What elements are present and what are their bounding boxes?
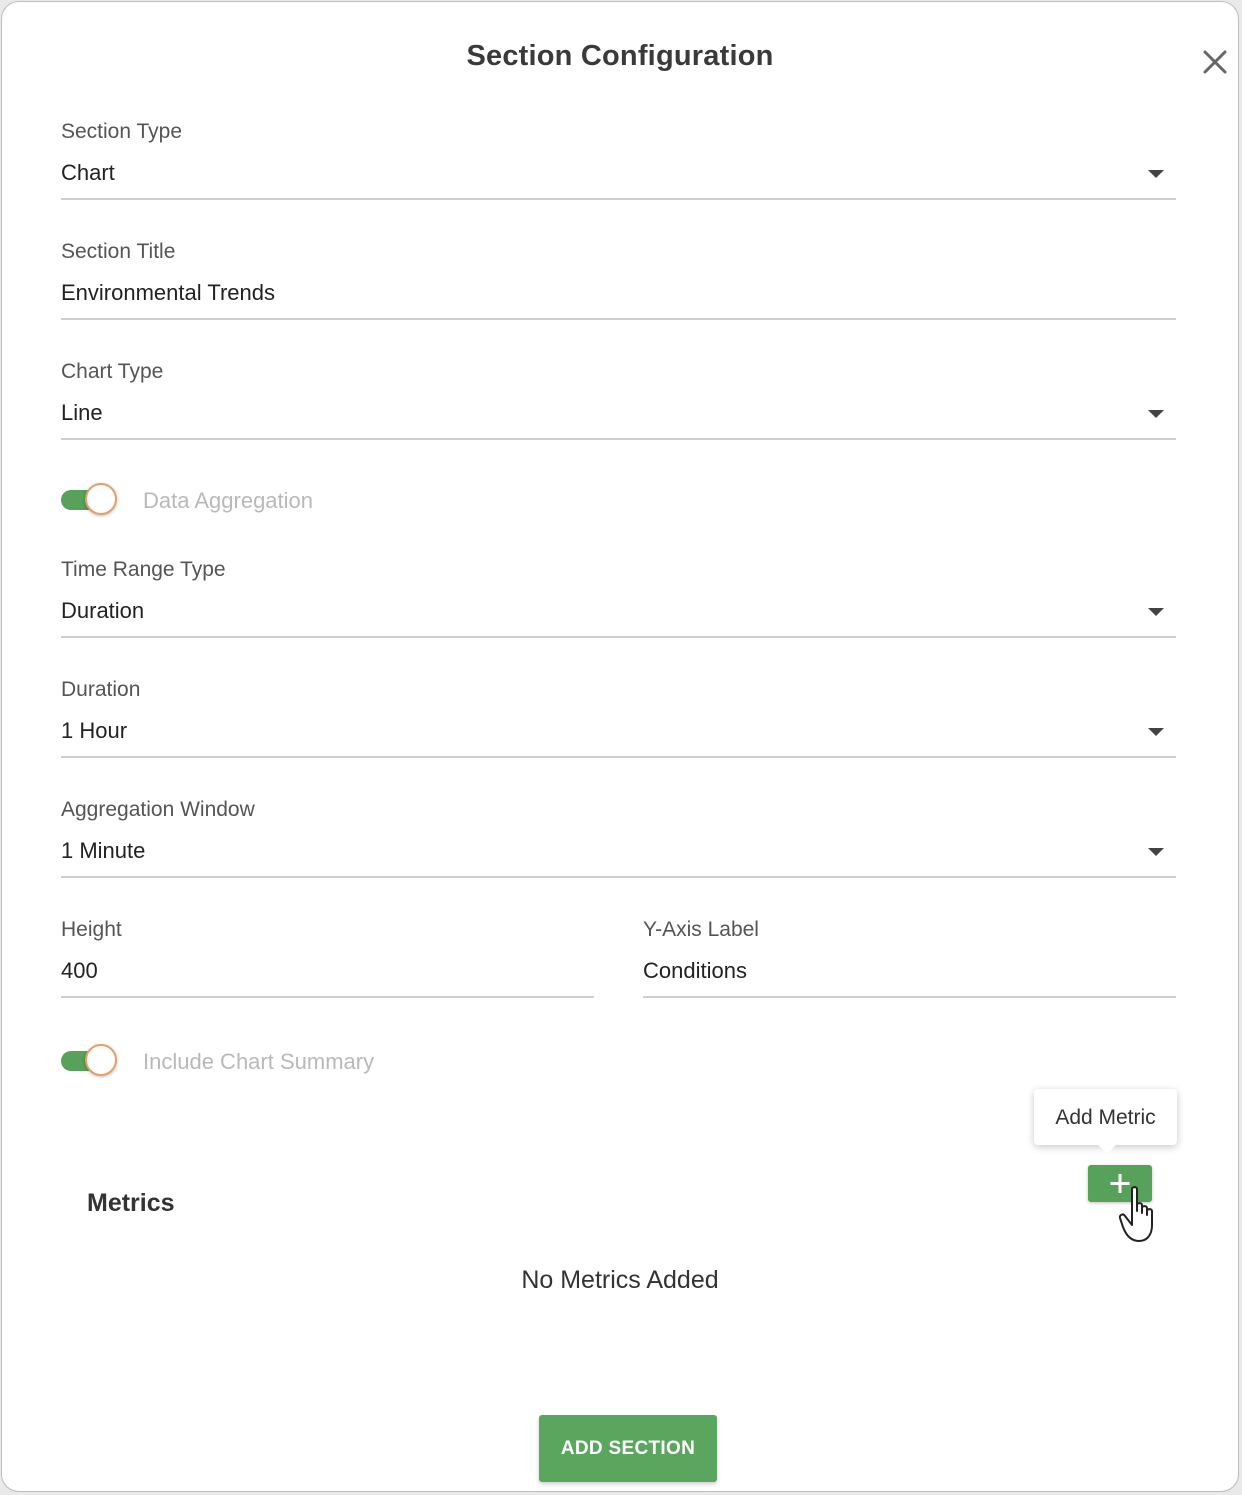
add-metric-tooltip-text: Add Metric [1055, 1106, 1156, 1129]
y-axis-label-field[interactable]: Y-Axis Label Conditions [643, 918, 1176, 1000]
chart-type-select[interactable]: Chart Type Line [61, 360, 1176, 442]
time-range-type-value: Duration [61, 598, 145, 623]
height-value[interactable]: 400 [61, 958, 98, 984]
section-title-underline [61, 318, 1176, 320]
duration-label: Duration [61, 678, 141, 701]
time-range-type-label: Time Range Type [61, 558, 226, 581]
chart-type-value: Line [61, 400, 103, 425]
aggregation-window-value: 1 Minute [61, 838, 146, 863]
toggle-thumb [85, 1044, 117, 1076]
section-title-value[interactable]: Environmental Trends [61, 280, 275, 306]
duration-underline [61, 756, 1176, 758]
data-aggregation-toggle[interactable] [61, 483, 121, 517]
chevron-down-icon[interactable] [1148, 608, 1164, 616]
chevron-down-icon[interactable] [1148, 170, 1164, 178]
tooltip-arrow [1098, 1145, 1116, 1154]
height-underline [61, 996, 594, 998]
chart-type-underline [61, 438, 1176, 440]
y-axis-label-value[interactable]: Conditions [643, 958, 747, 984]
metrics-heading: Metrics [87, 1189, 175, 1217]
add-section-button[interactable]: ADD SECTION [539, 1415, 717, 1482]
time-range-type-select[interactable]: Time Range Type Duration [61, 558, 1176, 640]
include-chart-summary-label: Include Chart Summary [143, 1049, 375, 1074]
aggregation-window-select[interactable]: Aggregation Window 1 Minute [61, 798, 1176, 880]
add-metric-button[interactable] [1088, 1165, 1152, 1202]
add-metric-tooltip: Add Metric [1034, 1089, 1177, 1154]
dialog-title: Section Configuration [466, 40, 774, 72]
chart-type-label: Chart Type [61, 360, 164, 383]
section-type-underline [61, 198, 1176, 200]
section-title-label: Section Title [61, 240, 176, 263]
section-type-value: Chart [61, 160, 115, 185]
height-field[interactable]: Height 400 [61, 918, 594, 1000]
y-axis-label-underline [643, 996, 1176, 998]
section-configuration-dialog: Section Configuration Section Type Chart… [1, 1, 1239, 1492]
no-metrics-message: No Metrics Added [521, 1266, 719, 1294]
chevron-down-icon[interactable] [1148, 410, 1164, 418]
section-type-select[interactable]: Section Type Chart [61, 120, 1176, 202]
height-label: Height [61, 918, 122, 941]
chevron-down-icon[interactable] [1148, 728, 1164, 736]
section-type-label: Section Type [61, 120, 183, 143]
duration-value: 1 Hour [61, 718, 128, 743]
section-title-field[interactable]: Section Title Environmental Trends [61, 240, 1176, 322]
time-range-type-underline [61, 636, 1176, 638]
toggle-thumb [85, 483, 117, 515]
chevron-down-icon[interactable] [1148, 848, 1164, 856]
aggregation-window-label: Aggregation Window [61, 798, 255, 821]
duration-select[interactable]: Duration 1 Hour [61, 678, 1176, 760]
y-axis-label-label: Y-Axis Label [643, 918, 759, 941]
plus-icon [1110, 1174, 1130, 1193]
data-aggregation-label: Data Aggregation [143, 488, 314, 513]
include-chart-summary-toggle[interactable] [61, 1044, 121, 1078]
close-icon[interactable] [1198, 45, 1232, 79]
aggregation-window-underline [61, 876, 1176, 878]
